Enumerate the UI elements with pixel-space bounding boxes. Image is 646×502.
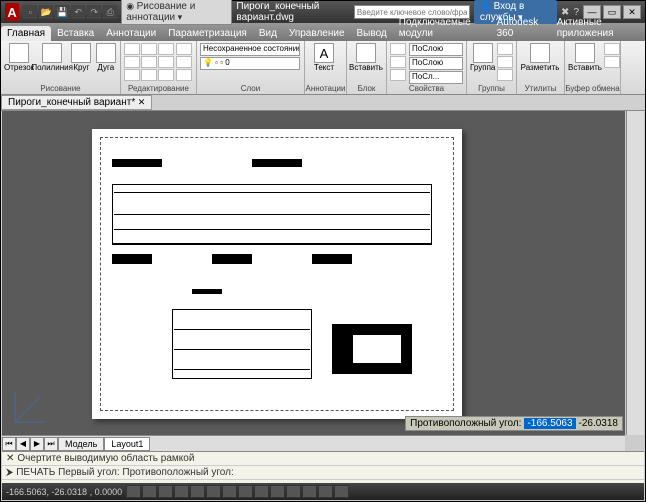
- panel-modify-label: Редактирование: [121, 84, 196, 93]
- panel-groups: Группа Группы: [467, 41, 517, 94]
- panel-modify: Редактирование: [121, 41, 197, 94]
- command-line[interactable]: ✕Очертите выводимую область рамкой ⮞ПЕЧА…: [2, 451, 644, 483]
- cmd-input[interactable]: ПЕЧАТЬ Первый угол: Противоположный угол…: [16, 467, 234, 478]
- panel-utilities-label: Утилиты: [517, 84, 564, 93]
- panel-draw-label: Рисование: [1, 84, 120, 93]
- qat-undo-icon[interactable]: ↶: [71, 5, 85, 19]
- line-button[interactable]: Отрезок: [4, 43, 34, 72]
- tab-a360[interactable]: Autodesk 360: [491, 15, 551, 41]
- panel-block: Вставить Блок: [347, 41, 387, 94]
- ribbon-tabs: Главная Вставка Аннотации Параметризация…: [1, 23, 645, 41]
- panel-groups-label: Группы: [467, 84, 516, 93]
- tab-output[interactable]: Вывод: [351, 26, 393, 41]
- qat-new-icon[interactable]: ▫: [23, 5, 37, 19]
- paper-space: [92, 129, 462, 419]
- panel-properties: ПоСлою ПоСлою ПоСл... Свойства: [387, 41, 467, 94]
- document-tab[interactable]: Пироги_конечный вариант* ✕: [1, 95, 152, 110]
- panel-clipboard: Вставить Буфер обмена: [565, 41, 621, 94]
- tab-view[interactable]: Вид: [253, 26, 283, 41]
- window-title: Пироги_конечный вариант.dwg: [236, 1, 349, 23]
- circle-button[interactable]: Круг: [70, 43, 92, 72]
- quick-access-toolbar: ▫ 📂 💾 ↶ ↷ ⎙: [23, 5, 117, 19]
- layer-combo[interactable]: 💡 ▫ ▫ 0: [200, 57, 300, 70]
- modify-tools[interactable]: [124, 43, 174, 81]
- layout-nav[interactable]: ⏮◀▶⏭: [2, 437, 58, 451]
- workspace-dropdown[interactable]: ◉ Рисование и аннотации ▾: [121, 0, 232, 25]
- panel-layers-label: Слои: [197, 84, 304, 93]
- app-logo[interactable]: A: [5, 3, 19, 21]
- panel-clipboard-label: Буфер обмена: [565, 84, 620, 93]
- prompt-x-value[interactable]: -166.5063: [524, 418, 575, 429]
- tab-insert[interactable]: Вставка: [51, 26, 100, 41]
- cmd-close-icon[interactable]: ✕: [6, 453, 14, 464]
- dynamic-input-prompt: Противоположный угол: -166.5063 -26.0318: [405, 416, 623, 431]
- arc-button[interactable]: Дуга: [95, 43, 117, 72]
- prompt-label: Противоположный угол:: [410, 418, 521, 429]
- qat-open-icon[interactable]: 📂: [39, 5, 53, 19]
- polyline-button[interactable]: Полилиния: [36, 43, 68, 72]
- cmd-history: Очертите выводимую область рамкой: [17, 453, 194, 464]
- panel-properties-label: Свойства: [387, 84, 466, 93]
- qat-redo-icon[interactable]: ↷: [87, 5, 101, 19]
- panel-annotation: AТекст Аннотации: [305, 41, 347, 94]
- tab-home[interactable]: Главная: [1, 26, 51, 41]
- panel-utilities: Разметить Утилиты: [517, 41, 565, 94]
- panel-layers: Несохраненное состояние листа 💡 ▫ ▫ 0 Сл…: [197, 41, 305, 94]
- tab-annotate[interactable]: Аннотации: [100, 26, 162, 41]
- paste-button[interactable]: Вставить: [568, 43, 602, 72]
- layer-state-combo[interactable]: Несохраненное состояние листа: [200, 43, 300, 56]
- ucs-icon: [10, 387, 50, 427]
- document-tabs: Пироги_конечный вариант* ✕: [1, 95, 645, 111]
- qat-print-icon[interactable]: ⎙: [103, 5, 117, 19]
- tab-plugins[interactable]: Подключаемые модули: [393, 15, 491, 41]
- ribbon: Главная Вставка Аннотации Параметризация…: [1, 23, 645, 95]
- prompt-y-value: -26.0318: [579, 418, 618, 429]
- tab-manage[interactable]: Управление: [283, 26, 351, 41]
- tab-parametric[interactable]: Параметризация: [162, 26, 253, 41]
- layout-tabs: ⏮◀▶⏭ Модель Layout1: [2, 435, 625, 451]
- model-tab[interactable]: Модель: [58, 437, 104, 451]
- color-combo[interactable]: ПоСлою: [409, 43, 463, 56]
- measure-button[interactable]: Разметить: [520, 43, 560, 72]
- layout1-tab[interactable]: Layout1: [104, 437, 150, 451]
- coordinates: -166.5063, -26.0318 , 0.0000: [6, 487, 122, 497]
- tab-express[interactable]: Активные приложения: [551, 15, 645, 41]
- panel-block-label: Блок: [347, 84, 386, 93]
- linetype-combo[interactable]: ПоСл...: [409, 71, 463, 84]
- status-toggles[interactable]: [126, 485, 349, 498]
- text-button[interactable]: AТекст: [308, 43, 340, 72]
- cmd-prompt-icon: ⮞: [6, 467, 13, 478]
- group-button[interactable]: Группа: [470, 43, 495, 72]
- drawing-canvas[interactable]: [2, 111, 625, 435]
- lineweight-combo[interactable]: ПоСлою: [409, 57, 463, 70]
- vertical-scrollbar[interactable]: [626, 111, 644, 435]
- panel-annotation-label: Аннотации: [305, 84, 346, 93]
- panel-draw: Отрезок Полилиния Круг Дуга Рисование: [1, 41, 121, 94]
- status-bar: -166.5063, -26.0318 , 0.0000: [2, 483, 644, 500]
- insert-block-button[interactable]: Вставить: [350, 43, 382, 72]
- qat-save-icon[interactable]: 💾: [55, 5, 69, 19]
